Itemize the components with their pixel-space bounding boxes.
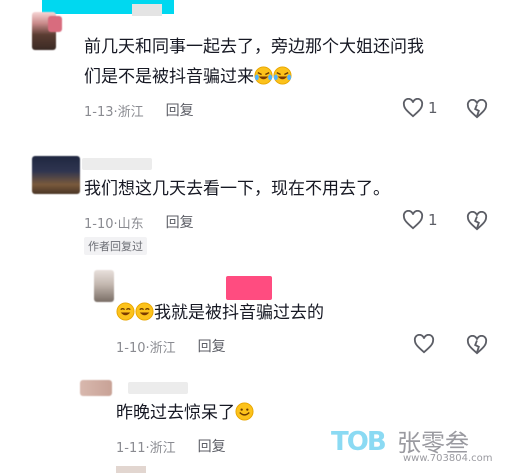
- username-blur: [128, 382, 188, 394]
- author-replied-tag: 作者回复过: [84, 237, 147, 255]
- watermark-logo-mark: TOB: [331, 427, 387, 457]
- comment-meta: 1-13·浙江 回复: [84, 100, 194, 120]
- like-count: 1: [428, 211, 438, 229]
- avatar[interactable]: [94, 270, 114, 302]
- date-location: 1-10·浙江: [116, 340, 176, 356]
- heart-outline-icon: [413, 334, 435, 354]
- smile-emoji: [116, 302, 135, 321]
- date-location: 1-13·浙江: [84, 104, 144, 120]
- comment-text: 我就是被抖音骗过去的: [154, 303, 324, 323]
- watermark-url: www.703804.com: [403, 453, 493, 464]
- bottom-cropped-avatar: [116, 466, 146, 473]
- smile-emoji: [235, 402, 254, 421]
- date-location: 1-11·浙江: [116, 440, 176, 456]
- reply-button[interactable]: 回复: [198, 436, 226, 456]
- comment-text: 们是不是被抖音骗过来: [84, 67, 254, 87]
- comment-text: 我们想这几天去看一下，现在不用去了。: [84, 179, 390, 199]
- comment-meta: 1-10·山东 回复: [84, 212, 194, 232]
- comment-text-line2: 们是不是被抖音骗过来: [84, 62, 292, 92]
- like-count: 1: [428, 99, 438, 117]
- comment-meta: 1-10·浙江 回复: [116, 336, 226, 356]
- comment-text: 昨晚过去惊呆了: [116, 403, 235, 423]
- comment-text-row: 昨晚过去惊呆了: [116, 398, 254, 428]
- comment-text-line1: 前几天和同事一起去了，旁边那个大姐还问我: [84, 37, 424, 57]
- like-button[interactable]: 1: [402, 98, 438, 118]
- username-highlight: [226, 276, 272, 300]
- avatar-pink: [48, 16, 62, 32]
- reply-button[interactable]: 回复: [166, 100, 194, 120]
- username-blur: [82, 158, 152, 170]
- date-location: 1-10·山东: [84, 216, 144, 232]
- heart-outline-icon: [402, 210, 424, 230]
- heart-outline-icon: [402, 98, 424, 118]
- smile-emoji: [135, 302, 154, 321]
- watermark-logo: TOB 张零叁 www.703804.com: [331, 425, 501, 467]
- avatar[interactable]: [32, 156, 80, 194]
- broken-heart-icon[interactable]: [466, 335, 488, 355]
- broken-heart-icon[interactable]: [466, 99, 488, 119]
- laughing-tears-emoji: [273, 66, 292, 85]
- like-button[interactable]: [413, 334, 435, 354]
- like-button[interactable]: 1: [402, 210, 438, 230]
- top-gray-blur: [132, 4, 162, 16]
- reply-button[interactable]: 回复: [166, 212, 194, 232]
- laughing-tears-emoji: [254, 66, 273, 85]
- avatar[interactable]: [80, 380, 112, 396]
- comment-text-row: 我就是被抖音骗过去的: [116, 298, 324, 328]
- broken-heart-icon[interactable]: [466, 211, 488, 231]
- comment-meta: 1-11·浙江 回复: [116, 436, 226, 456]
- reply-button[interactable]: 回复: [198, 336, 226, 356]
